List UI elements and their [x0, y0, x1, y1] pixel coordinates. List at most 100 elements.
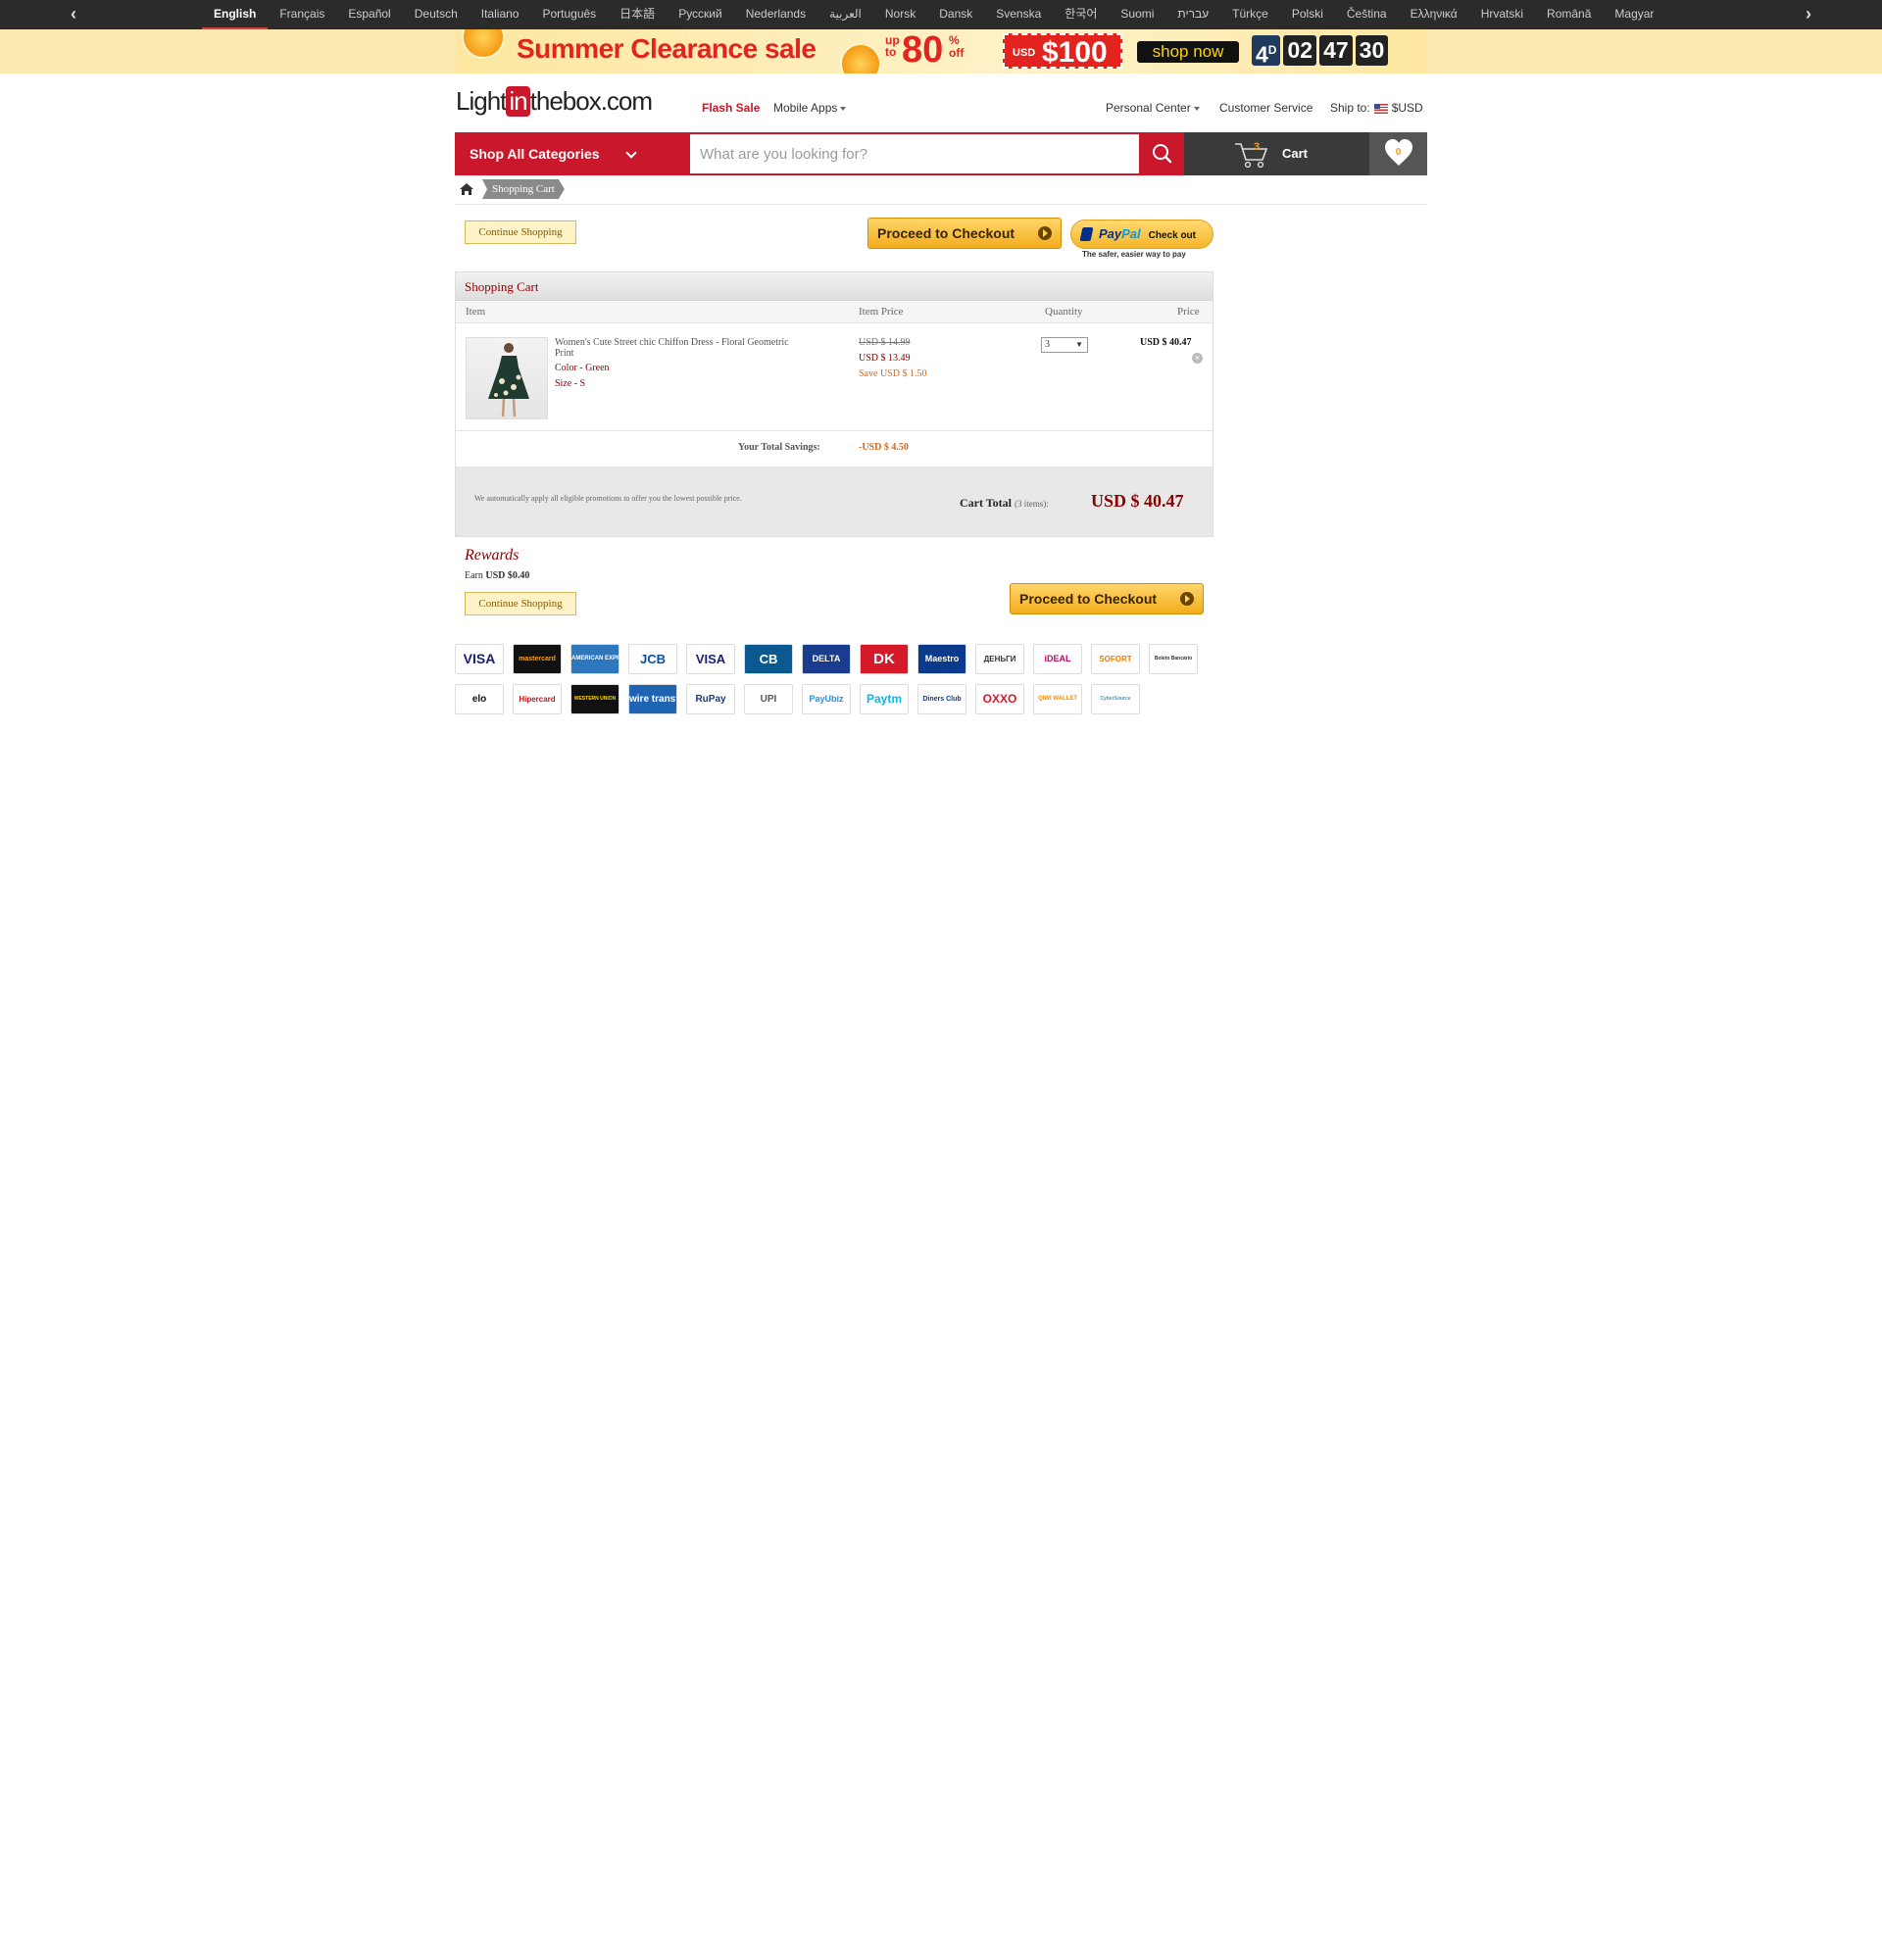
- wishlist-count: 0: [1395, 147, 1402, 158]
- language-option[interactable]: العربية: [817, 0, 873, 29]
- shopping-cart-panel: Shopping Cart Item Item Price Quantity P…: [455, 271, 1213, 537]
- language-option[interactable]: Español: [336, 0, 402, 29]
- language-option[interactable]: Português: [530, 0, 608, 29]
- language-option[interactable]: Norsk: [873, 0, 927, 29]
- continue-shopping-button-bottom[interactable]: Continue Shopping: [465, 592, 576, 615]
- promo-banner-inner[interactable]: Summer Clearance sale up to 80 % off USD …: [456, 29, 1427, 74]
- off-text: off: [949, 46, 965, 60]
- paypal-pay: Pay: [1099, 226, 1122, 241]
- language-option[interactable]: Svenska: [984, 0, 1053, 29]
- shop-now-button[interactable]: shop now: [1137, 41, 1239, 63]
- language-option[interactable]: Français: [268, 0, 336, 29]
- countdown-timer: 4D 02 47 30: [1252, 35, 1389, 68]
- col-item: Item: [466, 306, 486, 318]
- remove-item-icon[interactable]: ×: [1192, 353, 1203, 364]
- payment-logo: ДЕНЬГИ: [975, 644, 1024, 674]
- payment-logo: WESTERN UNION: [570, 684, 619, 714]
- customer-service-link[interactable]: Customer Service: [1219, 101, 1312, 115]
- language-option[interactable]: Deutsch: [403, 0, 470, 29]
- language-option[interactable]: Română: [1535, 0, 1603, 29]
- sale-price: USD $ 13.49: [859, 353, 911, 364]
- language-option[interactable]: English: [202, 0, 269, 29]
- save-amount: Save USD $ 1.50: [859, 368, 927, 379]
- personal-center-menu[interactable]: Personal Center: [1106, 101, 1200, 115]
- language-option[interactable]: Suomi: [1109, 0, 1165, 29]
- language-option[interactable]: Čeština: [1335, 0, 1399, 29]
- language-option[interactable]: Dansk: [927, 0, 984, 29]
- product-image[interactable]: [466, 337, 548, 419]
- continue-shopping-button[interactable]: Continue Shopping: [465, 220, 576, 244]
- payment-logo: CyberSource: [1091, 684, 1140, 714]
- payment-logo: VISA: [455, 644, 504, 674]
- payment-logo: Diners Club: [917, 684, 966, 714]
- orange-slice-icon: [462, 29, 505, 59]
- promo-off: % off: [949, 34, 964, 60]
- site-logo[interactable]: Light in thebox.com: [456, 86, 653, 122]
- cart-icon: [1235, 143, 1268, 169]
- promo-up-to: up to: [885, 33, 900, 59]
- language-option[interactable]: 한국어: [1053, 0, 1109, 29]
- language-option[interactable]: Nederlands: [734, 0, 817, 29]
- cart-button[interactable]: 3 Cart: [1184, 132, 1369, 175]
- language-option[interactable]: Italiano: [470, 0, 531, 29]
- mobile-apps-menu[interactable]: Mobile Apps: [773, 101, 847, 115]
- product-size: Size - S: [555, 378, 586, 389]
- rewards-earn: Earn USD $0.40: [465, 570, 529, 581]
- language-list: English Français Español Deutsch Italiano Por…: [202, 0, 1665, 29]
- chevron-right-icon[interactable]: ›: [1794, 0, 1823, 29]
- payment-logo: OXXO: [975, 684, 1024, 714]
- cart-column-headers: Item Item Price Quantity Price: [456, 302, 1213, 323]
- search-icon: [1153, 144, 1172, 164]
- savings-label: Your Total Savings:: [738, 442, 820, 453]
- days-unit: D: [1267, 43, 1277, 57]
- language-option[interactable]: עברית: [1165, 0, 1220, 29]
- quantity-select[interactable]: 3: [1041, 337, 1088, 353]
- product-name-line2: Print: [555, 348, 574, 359]
- col-item-price: Item Price: [859, 306, 904, 318]
- breadcrumb-current: Shopping Cart: [482, 179, 565, 199]
- search-input[interactable]: [689, 132, 1141, 175]
- countdown-hours: 02: [1283, 35, 1317, 66]
- shop-all-categories-button[interactable]: Shop All Categories: [455, 132, 689, 175]
- promo-banner[interactable]: Summer Clearance sale up to 80 % off USD …: [0, 29, 1882, 74]
- search-button[interactable]: [1141, 132, 1184, 175]
- paypal-checkout-label: Check out: [1148, 230, 1196, 241]
- language-option[interactable]: 日本語: [608, 0, 667, 29]
- payment-logo: DK: [860, 644, 909, 674]
- product-name[interactable]: Women's Cute Street chic Chiffon Dress -…: [555, 337, 789, 359]
- proceed-to-checkout-button[interactable]: Proceed to Checkout: [867, 218, 1062, 249]
- language-bar: ‹ English Français Español Deutsch Italiano P…: [0, 0, 1882, 29]
- language-option[interactable]: Polski: [1280, 0, 1335, 29]
- paypal-pal: Pal: [1121, 226, 1141, 241]
- cart-total-area: We automatically apply all eligible prom…: [456, 466, 1213, 536]
- chevron-left-icon[interactable]: ‹: [59, 0, 88, 29]
- cart-label: Cart: [1282, 146, 1309, 161]
- logo-in: in: [506, 86, 530, 117]
- language-option[interactable]: Русский: [667, 0, 734, 29]
- cart-total-text: Cart Total: [960, 496, 1013, 510]
- logo-prefix: Light: [456, 86, 507, 116]
- payment-logo: AMERICAN EXPRESS: [570, 644, 619, 674]
- checkout-label: Proceed to Checkout: [1019, 591, 1158, 607]
- flash-sale-link[interactable]: Flash Sale: [702, 101, 760, 115]
- paypal-icon: [1079, 227, 1094, 241]
- payment-logo: wire transfer: [628, 684, 677, 714]
- us-flag-icon: [1373, 103, 1388, 114]
- language-option[interactable]: Magyar: [1603, 0, 1665, 29]
- savings-value: -USD $ 4.50: [859, 442, 909, 453]
- home-icon[interactable]: [459, 181, 474, 197]
- payment-logo: UPI: [744, 684, 793, 714]
- proceed-to-checkout-button-bottom[interactable]: Proceed to Checkout: [1010, 583, 1204, 614]
- language-option[interactable]: Türkçe: [1220, 0, 1280, 29]
- shop-all-label: Shop All Categories: [470, 146, 600, 162]
- payment-logo: DELTA: [802, 644, 851, 674]
- cart-heading: Shopping Cart: [456, 272, 1213, 301]
- line-total: USD $ 40.47: [1140, 337, 1192, 348]
- language-option[interactable]: Hrvatski: [1469, 0, 1535, 29]
- language-option[interactable]: Ελληνικά: [1399, 0, 1469, 29]
- ship-to-selector[interactable]: Ship to: $USD: [1330, 101, 1423, 115]
- countdown-days: 4D: [1252, 35, 1281, 68]
- paypal-checkout-button[interactable]: PayPal Check out: [1070, 220, 1213, 249]
- wishlist-button[interactable]: 0: [1369, 132, 1427, 175]
- payment-logo: mastercard: [513, 644, 562, 674]
